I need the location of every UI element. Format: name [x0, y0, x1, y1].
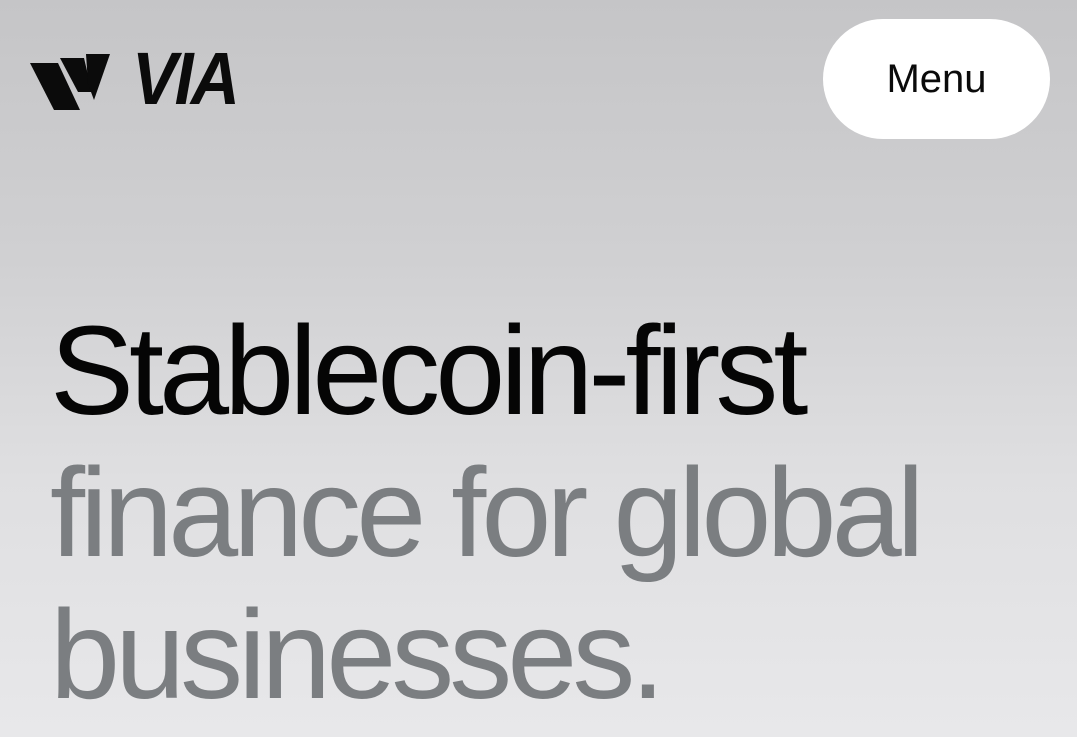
hero-headline: Stablecoin-first finance for global busi… [50, 300, 925, 726]
headline-line-2: finance for global [50, 442, 925, 583]
page: VIA Menu Stablecoin-first finance for gl… [0, 0, 1077, 737]
brand-name: VIA [132, 37, 240, 120]
headline-line-1: Stablecoin-first [50, 300, 808, 441]
via-logo-mark-icon [30, 54, 110, 110]
headline-line-3: businesses. [50, 584, 665, 725]
brand-logo-link[interactable]: VIA [30, 37, 246, 120]
menu-button[interactable]: Menu [823, 19, 1050, 139]
